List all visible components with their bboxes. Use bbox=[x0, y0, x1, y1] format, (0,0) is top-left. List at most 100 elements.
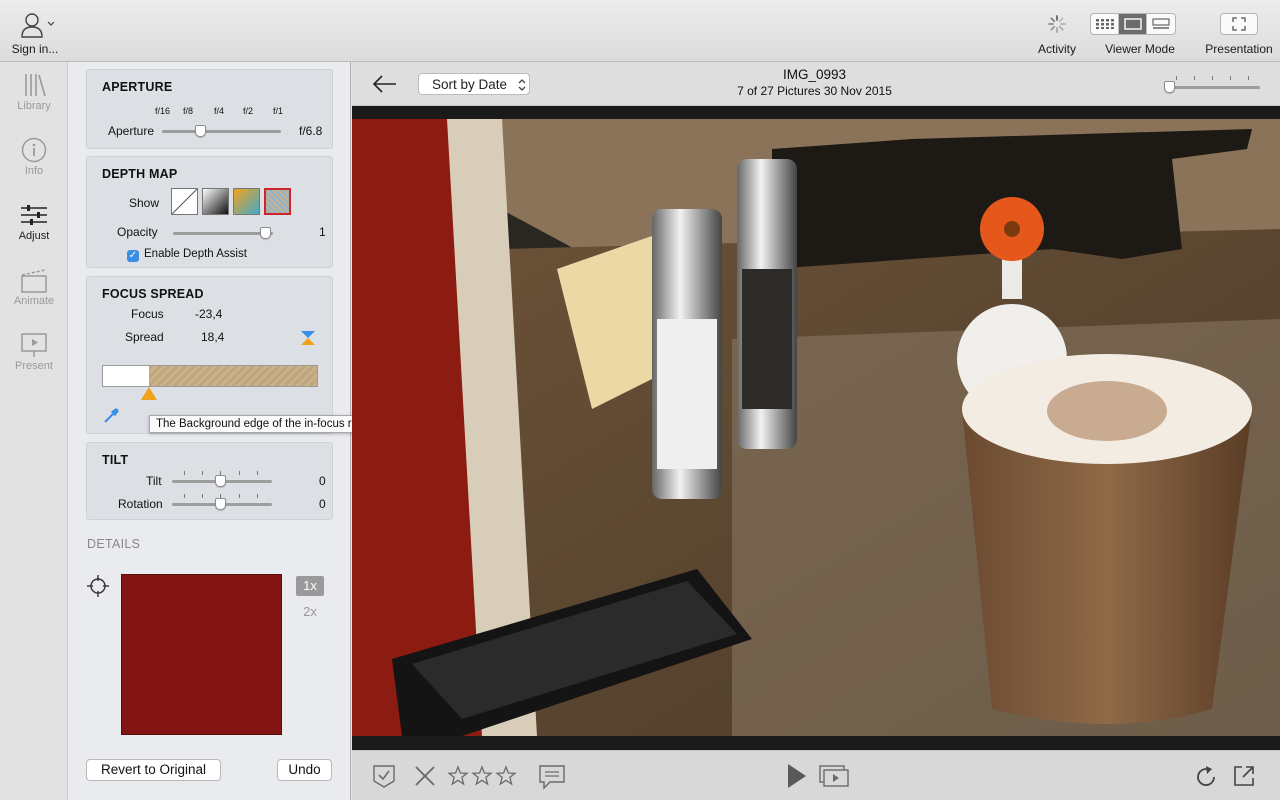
details-heading: DETAILS bbox=[87, 537, 141, 551]
photo-viewer: Sort by Date IMG_0993 7 of 27 Pictures 3… bbox=[352, 62, 1280, 800]
eyedropper-icon[interactable] bbox=[102, 407, 120, 425]
rail-label-adjust: Adjust bbox=[18, 230, 50, 242]
aperture-slider-track[interactable] bbox=[162, 130, 281, 133]
revert-to-original-button[interactable]: Revert to Original bbox=[86, 759, 221, 781]
sort-select-label: Sort by Date bbox=[432, 77, 508, 92]
top-toolbar: Sign in... Activity Viewer Mode Presenta… bbox=[0, 0, 1280, 62]
detail-loupe bbox=[121, 574, 282, 735]
rotation-tick bbox=[202, 494, 203, 498]
opacity-slider-thumb[interactable] bbox=[260, 227, 271, 239]
rotation-slider-thumb[interactable] bbox=[215, 498, 226, 510]
presentation-button[interactable]: Presentation bbox=[1200, 13, 1278, 59]
depth-swatch-stripes[interactable] bbox=[264, 188, 291, 215]
rotation-label: Rotation bbox=[118, 497, 163, 511]
rail-item-library[interactable]: Library bbox=[0, 72, 68, 112]
range-marker-icon[interactable] bbox=[300, 330, 316, 346]
crosshair-icon[interactable] bbox=[87, 575, 109, 597]
zoom-1x-button[interactable]: 1x bbox=[296, 576, 324, 596]
user-icon bbox=[21, 13, 54, 38]
zoom-2x-button[interactable]: 2x bbox=[296, 602, 324, 622]
pick-icon[interactable] bbox=[372, 764, 396, 788]
filmstrip-mode-button[interactable] bbox=[1147, 14, 1175, 34]
undo-button[interactable]: Undo bbox=[277, 759, 332, 781]
library-icon bbox=[25, 74, 46, 97]
share-icon[interactable] bbox=[1232, 764, 1256, 788]
viewer-mode-control: Viewer Mode bbox=[1090, 13, 1194, 59]
aperture-tick-f2: f/2 bbox=[243, 106, 254, 116]
tilt-card: TILT Tilt 0 Rotation 0 bbox=[86, 442, 333, 520]
aperture-card: APERTURE f/16 f/8 f/4 f/2 f/1 Aperture f… bbox=[86, 69, 333, 149]
single-mode-button[interactable] bbox=[1119, 14, 1147, 34]
zoom-tick bbox=[1248, 76, 1249, 80]
focus-label: Focus bbox=[131, 307, 164, 321]
aperture-slider-thumb[interactable] bbox=[195, 125, 206, 137]
rail-item-animate[interactable]: Animate bbox=[0, 267, 68, 307]
comment-icon[interactable] bbox=[538, 764, 566, 790]
spinner-icon bbox=[1048, 15, 1066, 33]
focus-value: -23,4 bbox=[195, 307, 223, 321]
in-focus-region bbox=[103, 366, 149, 386]
play-icon[interactable] bbox=[786, 763, 808, 789]
aperture-tick-f16: f/16 bbox=[155, 106, 171, 116]
image-info: 7 of 27 Pictures 30 Nov 2015 bbox=[737, 84, 892, 98]
aperture-title: APERTURE bbox=[102, 80, 173, 94]
no-overlay-icon bbox=[171, 188, 198, 215]
aperture-tick-f4: f/4 bbox=[214, 106, 225, 116]
depth-assist-checkbox[interactable]: ✓ bbox=[127, 250, 139, 262]
star-rating-icon[interactable] bbox=[448, 765, 518, 787]
viewer-mode-segmented bbox=[1090, 13, 1176, 35]
tilt-slider-thumb[interactable] bbox=[215, 475, 226, 487]
rail-item-info[interactable]: Info bbox=[0, 137, 68, 177]
image-title: IMG_0993 bbox=[782, 67, 847, 82]
depth-map-title: DEPTH MAP bbox=[102, 167, 178, 181]
spread-label: Spread bbox=[125, 330, 164, 344]
sort-select[interactable]: Sort by Date bbox=[418, 73, 530, 95]
viewer-header: Sort by Date IMG_0993 7 of 27 Pictures 3… bbox=[352, 62, 1280, 106]
depth-show-label: Show bbox=[129, 196, 160, 210]
aperture-tick-f8: f/8 bbox=[183, 106, 194, 116]
zoom-tick bbox=[1212, 76, 1213, 80]
sliders-icon bbox=[21, 205, 47, 225]
rotation-value: 0 bbox=[319, 497, 326, 511]
focus-spread-title: FOCUS SPREAD bbox=[102, 287, 204, 301]
rotation-tick bbox=[239, 494, 240, 498]
aperture-tick-f1: f/1 bbox=[273, 106, 284, 116]
slideshow-icon[interactable] bbox=[818, 764, 850, 788]
depth-map-card: DEPTH MAP Show Opacity 1 ✓ Enable Depth … bbox=[86, 156, 333, 268]
sign-in-button[interactable]: Sign in... bbox=[4, 8, 66, 58]
tilt-tick bbox=[184, 471, 185, 475]
opacity-slider-track[interactable] bbox=[173, 232, 273, 235]
grid-icon bbox=[1095, 19, 1114, 29]
rail-label-present: Present bbox=[15, 360, 53, 372]
focus-marker-icon[interactable] bbox=[141, 387, 157, 401]
rail-label-info: Info bbox=[24, 165, 44, 177]
rotation-tick bbox=[257, 494, 258, 498]
focus-range-bar[interactable] bbox=[102, 365, 318, 387]
aperture-value: f/6.8 bbox=[299, 124, 323, 138]
grid-mode-button[interactable] bbox=[1091, 14, 1119, 34]
depth-swatch-color[interactable] bbox=[233, 188, 260, 215]
rail-item-present[interactable]: Present bbox=[0, 332, 68, 372]
reject-icon[interactable] bbox=[414, 765, 436, 787]
rail-label-animate: Animate bbox=[13, 295, 55, 307]
zoom-slider[interactable] bbox=[1164, 76, 1260, 96]
opacity-value: 1 bbox=[319, 225, 326, 239]
rotate-icon[interactable] bbox=[1194, 765, 1218, 789]
aperture-label: Aperture bbox=[108, 124, 155, 138]
spread-value: 18,4 bbox=[201, 330, 225, 344]
tilt-value: 0 bbox=[319, 474, 326, 488]
activity-label: Activity bbox=[1037, 42, 1076, 56]
photo-image bbox=[352, 119, 1280, 736]
presentation-icon bbox=[21, 333, 47, 357]
zoom-slider-track[interactable] bbox=[1164, 86, 1260, 89]
depth-swatch-none[interactable] bbox=[171, 188, 198, 215]
main-photo bbox=[352, 119, 1280, 736]
tilt-tick bbox=[257, 471, 258, 475]
zoom-slider-thumb[interactable] bbox=[1164, 81, 1175, 93]
activity-button[interactable]: Activity bbox=[1030, 12, 1084, 58]
tilt-tick bbox=[239, 471, 240, 475]
opacity-label: Opacity bbox=[117, 225, 158, 239]
back-arrow-icon[interactable] bbox=[372, 75, 398, 93]
rail-item-adjust[interactable]: Adjust bbox=[0, 202, 68, 242]
depth-swatch-grayscale[interactable] bbox=[202, 188, 229, 215]
